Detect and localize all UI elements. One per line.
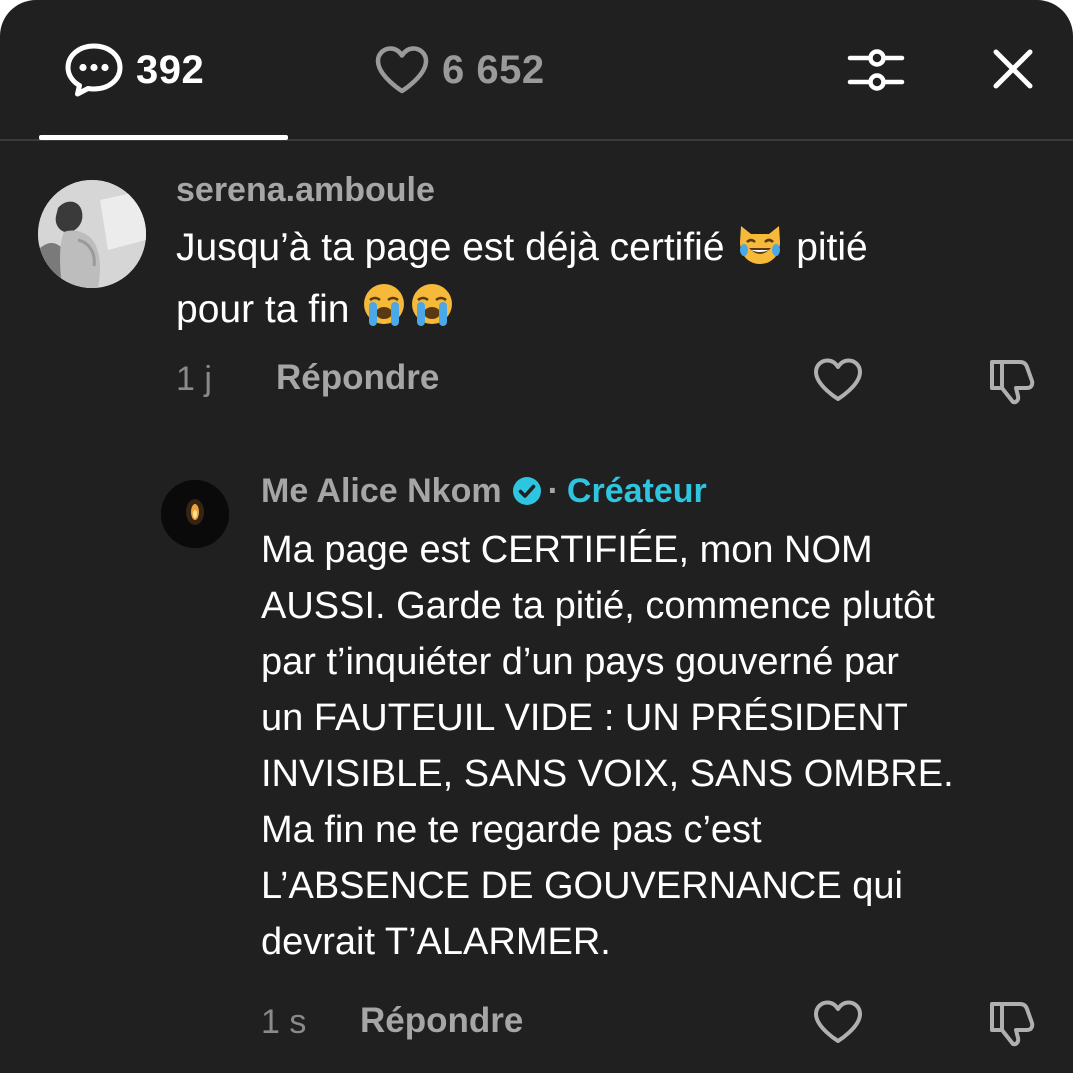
- verified-check-icon: [512, 476, 542, 506]
- comment-username[interactable]: serena.amboule: [176, 171, 435, 210]
- reply-author-line: Me Alice Nkom · Créateur: [261, 468, 707, 514]
- comment-time: 1 s: [261, 1003, 307, 1041]
- avatar-serena[interactable]: [38, 180, 146, 288]
- reply-text-line: INVISIBLE, SANS VOIX, SANS OMBRE.: [261, 753, 954, 795]
- comment-text-segment: pour ta fin: [176, 288, 350, 331]
- cat-tears-of-joy-emoji: [735, 220, 785, 282]
- reply-text-line: devrait T’ALARMER.: [261, 921, 611, 963]
- reply-text-line: L’ABSENCE DE GOUVERNANCE qui: [261, 865, 903, 907]
- comment-text-segment: Jusqu’à ta page est déjà certifié: [176, 226, 725, 269]
- reply-text: Ma page est CERTIFIÉE, mon NOM AUSSI. Ga…: [261, 522, 1061, 970]
- reply-text-line: Ma fin ne te regarde pas c’est: [261, 809, 762, 851]
- reply-button[interactable]: Répondre: [360, 1001, 523, 1041]
- reply-text-line: par t’inquiéter d’un pays gouverné par: [261, 641, 899, 683]
- heart-outline-icon: [812, 357, 864, 408]
- like-comment-button[interactable]: [810, 356, 866, 408]
- heart-outline-icon: [812, 999, 864, 1050]
- reply-text-line: un FAUTEUIL VIDE : UN PRÉSIDENT: [261, 697, 908, 739]
- filter-button[interactable]: [844, 40, 908, 104]
- comments-count: 392: [136, 47, 205, 92]
- loudly-crying-face-emoji: [360, 282, 408, 344]
- likes-count: 6 652: [442, 47, 545, 92]
- comment-text-segment: pitié: [796, 226, 868, 269]
- like-comment-button[interactable]: [810, 998, 866, 1050]
- comments-header: 392 6 652: [0, 0, 1073, 141]
- separator-dot: ·: [547, 471, 559, 510]
- comment-bubble-icon: [64, 42, 124, 98]
- thumbs-down-icon: [986, 996, 1038, 1053]
- comment-text: Jusqu’à ta page est déjà certifié pitié …: [176, 220, 1036, 344]
- comment-text-line: pour ta fin: [176, 282, 1036, 344]
- reply-button[interactable]: Répondre: [276, 358, 439, 398]
- loudly-crying-face-emoji: [408, 282, 456, 344]
- candle-flame-icon: [161, 480, 229, 548]
- thumbs-down-icon: [986, 354, 1038, 411]
- dislike-comment-button[interactable]: [984, 354, 1040, 410]
- comments-panel: 392 6 652 serena.amboule Jusqu’à ta page…: [0, 0, 1073, 1073]
- heart-outline-icon: [374, 45, 430, 95]
- dislike-comment-button[interactable]: [984, 996, 1040, 1052]
- comment-time: 1 j: [176, 360, 212, 398]
- active-tab-indicator: [39, 135, 288, 140]
- sliders-icon: [846, 44, 906, 101]
- avatar-photo: [38, 180, 146, 288]
- close-icon: [991, 47, 1035, 96]
- reply-text-line: Ma page est CERTIFIÉE, mon NOM: [261, 529, 873, 571]
- avatar-alice[interactable]: [161, 480, 229, 548]
- reply-text-line: AUSSI. Garde ta pitié, commence plutôt: [261, 585, 935, 627]
- close-button[interactable]: [982, 40, 1044, 102]
- comment-username[interactable]: Me Alice Nkom: [261, 472, 502, 511]
- comment-text-line: Jusqu’à ta page est déjà certifié pitié: [176, 220, 1036, 282]
- tab-likes[interactable]: 6 652: [374, 40, 545, 100]
- tab-comments[interactable]: 392: [64, 40, 204, 100]
- creator-badge: Créateur: [566, 471, 707, 510]
